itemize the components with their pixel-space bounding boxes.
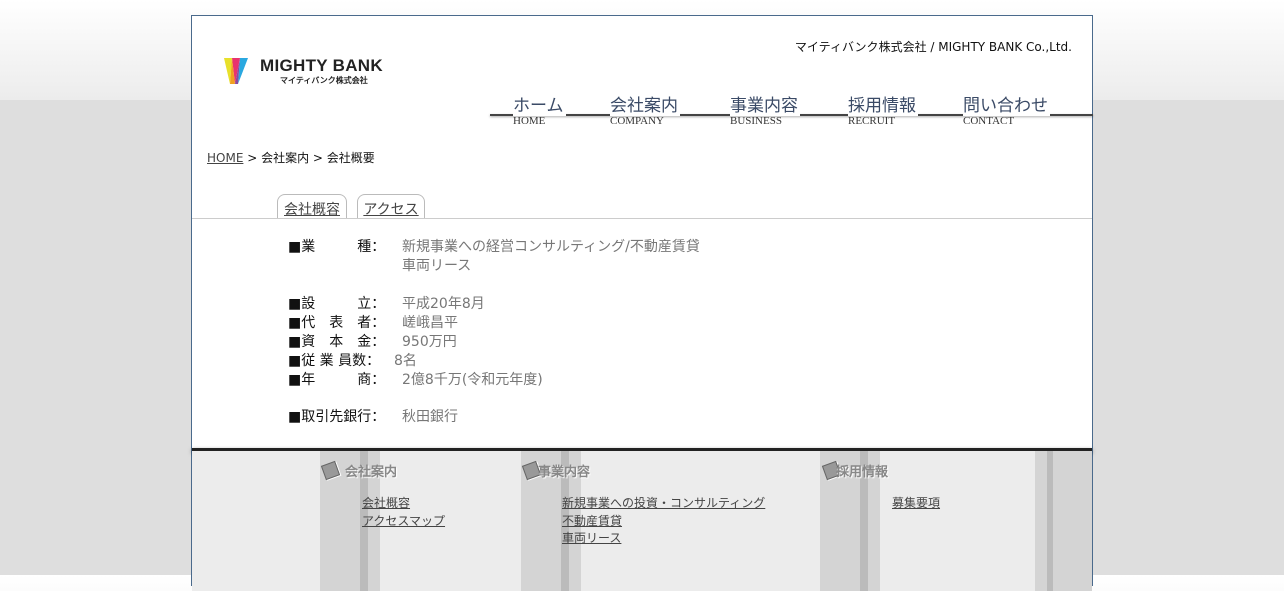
representative-value: 嵯峨昌平 [402,315,458,331]
nav-home[interactable]: ホーム HOME [513,96,566,127]
footer-heading-company: 会社案内 [345,465,398,480]
nav-company-label: 会社案内 [610,96,680,116]
footer-heading-business: 事業内容 [538,465,591,480]
industry-value-2: 車両リース [402,258,472,274]
nav-business-label: 事業内容 [730,96,800,116]
sales-value: 2億8千万(令和元年度) [402,372,543,388]
footer-link[interactable]: 募集要項 [892,495,940,513]
site-footer: 会社案内 会社概容 アクセスマップ 事業内容 新規事業への投資・コンサルティング… [192,451,1092,591]
tab-company-overview[interactable]: 会社概容 [277,194,347,219]
sales-label: ■年 商： [288,372,386,388]
founded-label: ■設 立： [288,296,386,312]
nav-contact-label: 問い合わせ [963,96,1050,116]
industry-value: 新規事業への経営コンサルティング/不動産賃貸 [402,239,700,255]
nav-business-sublabel: BUSINESS [730,115,782,127]
breadcrumb-home-link[interactable]: HOME [207,151,243,165]
footer-link[interactable]: 不動産賃貸 [562,513,765,531]
footer-link[interactable]: 車両リース [562,530,765,548]
founded-value: 平成20年8月 [402,296,485,312]
bank-value: 秋田銀行 [402,409,458,425]
footer-link[interactable]: アクセスマップ [362,513,445,531]
main-nav: ホーム HOME 会社案内 COMPANY 事業内容 BUSINESS 採用情報… [490,96,1093,132]
footer-links-company: 会社概容 アクセスマップ [362,495,445,530]
nav-company[interactable]: 会社案内 COMPANY [610,96,680,127]
footer-link[interactable]: 新規事業への投資・コンサルティング [562,495,765,513]
nav-recruit-label: 採用情報 [848,96,918,116]
footer-links-recruit: 募集要項 [892,495,940,513]
employees-value: 8名 [394,353,417,369]
nav-business[interactable]: 事業内容 BUSINESS [730,96,800,127]
industry-label: ■業 種： [288,239,386,255]
nav-home-sublabel: HOME [513,115,546,127]
nav-contact-sublabel: CONTACT [963,115,1015,127]
logo-mark-icon [224,58,248,84]
footer-heading-recruit: 採用情報 [836,465,889,480]
tab-divider [192,218,1092,219]
capital-value: 950万円 [402,334,457,350]
nav-recruit-sublabel: RECRUIT [848,115,896,127]
breadcrumb-path: > 会社案内 > 会社概要 [243,151,375,165]
page-container: MIGHTY BANK マイティバンク株式会社 マイティバンク株式会社 / MI… [191,15,1093,591]
representative-label: ■代 表 者： [288,315,386,331]
bank-label: ■取引先銀行： [288,409,386,425]
footer-links-business: 新規事業への投資・コンサルティング 不動産賃貸 車両リース [562,495,765,548]
employees-label: ■従 業 員数： [288,353,381,369]
nav-home-label: ホーム [513,96,566,116]
breadcrumb: HOME > 会社案内 > 会社概要 [207,149,375,166]
company-name: マイティバンク株式会社 / MIGHTY BANK Co.,Ltd. [794,40,1072,54]
nav-contact[interactable]: 問い合わせ CONTACT [963,96,1050,127]
footer-stripe [1035,451,1092,591]
footer-link[interactable]: 会社概容 [362,495,445,513]
nav-company-sublabel: COMPANY [610,115,665,127]
logo-subtext: マイティバンク株式会社 [280,76,368,85]
site-logo[interactable]: MIGHTY BANK マイティバンク株式会社 [222,54,392,88]
nav-recruit[interactable]: 採用情報 RECRUIT [848,96,918,127]
tab-access[interactable]: アクセス [357,194,425,219]
logo-text: MIGHTY BANK [260,56,383,75]
capital-label: ■資 本 金： [288,334,386,350]
